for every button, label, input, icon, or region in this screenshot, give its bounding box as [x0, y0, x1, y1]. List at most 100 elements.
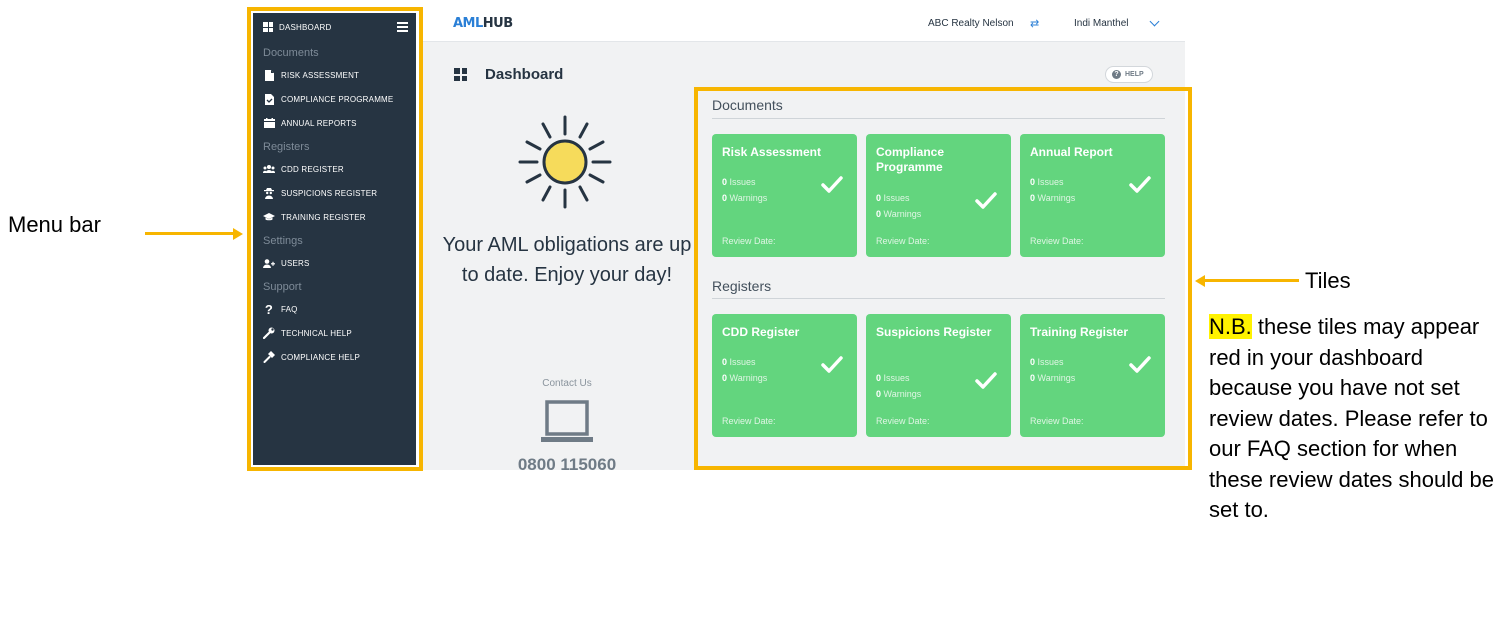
sidebar-section-settings: Settings: [263, 235, 303, 247]
screenshot-stage: DASHBOARD Documents RISK ASSESSMENT COMP…: [0, 0, 1496, 621]
help-button-label: HELP: [1125, 71, 1144, 78]
sidebar-item-faq[interactable]: ? FAQ: [253, 297, 416, 321]
tiles-arrow-line: [1204, 279, 1299, 282]
tile-stats: 0 Issues 0 Warnings: [876, 370, 921, 402]
hamburger-menu-icon[interactable]: [397, 22, 408, 32]
review-date-label: Review Date:: [722, 416, 776, 426]
sidebar-item-label: COMPLIANCE PROGRAMME: [281, 94, 394, 104]
sidebar-section-support: Support: [263, 281, 302, 293]
warnings-count: 0: [722, 373, 728, 383]
sidebar-section-registers: Registers: [263, 141, 310, 153]
checkmark-icon: [975, 372, 997, 389]
file-check-icon: [263, 93, 275, 105]
sidebar-item-label: SUSPICIONS REGISTER: [281, 188, 378, 198]
user-menu-name[interactable]: Indi Manthel: [1074, 18, 1128, 29]
sidebar-item-label: TRAINING REGISTER: [281, 212, 366, 222]
wrench-icon: [263, 327, 275, 339]
sidebar-item-suspicions-register[interactable]: SUSPICIONS REGISTER: [253, 181, 416, 205]
checkmark-icon: [1129, 356, 1151, 373]
sidebar-item-label: TECHNICAL HELP: [281, 328, 352, 338]
logo-part-aml: AML: [453, 16, 483, 31]
tile-stats: 0 Issues 0 Warnings: [1030, 354, 1075, 386]
tile-stats: 0 Issues 0 Warnings: [1030, 174, 1075, 206]
sidebar-item-users[interactable]: USERS: [253, 251, 416, 275]
sidebar-item-technical-help[interactable]: TECHNICAL HELP: [253, 321, 416, 345]
warnings-label: Warnings: [729, 193, 768, 203]
issues-count: 0: [876, 373, 882, 383]
tile-title: Compliance Programme: [876, 145, 945, 174]
registers-section-title: Registers: [712, 278, 772, 294]
question-icon: ?: [264, 301, 274, 317]
page-header: Dashboard: [454, 66, 563, 83]
issues-label: Issues: [1037, 177, 1064, 187]
sidebar-item-risk-assessment[interactable]: RISK ASSESSMENT: [253, 63, 416, 87]
issues-label: Issues: [729, 177, 756, 187]
issues-count: 0: [1030, 177, 1036, 187]
hammer-icon: [263, 351, 275, 363]
nb-highlight: N.B.: [1209, 314, 1252, 339]
sun-icon: [518, 115, 612, 209]
help-button[interactable]: ? HELP: [1105, 66, 1153, 83]
review-date-label: Review Date:: [876, 416, 930, 426]
sidebar-item-annual-reports[interactable]: ANNUAL REPORTS: [253, 111, 416, 135]
sidebar-item-compliance-help[interactable]: COMPLIANCE HELP: [253, 345, 416, 369]
sidebar-item-training-register[interactable]: TRAINING REGISTER: [253, 205, 416, 229]
warnings-count: 0: [1030, 373, 1036, 383]
section-divider: [712, 118, 1165, 119]
contact-phone[interactable]: 0800 115060: [442, 455, 692, 475]
laptop-icon: [541, 400, 593, 442]
sidebar-menu: DASHBOARD Documents RISK ASSESSMENT COMP…: [253, 13, 416, 465]
help-question-icon: ?: [1112, 70, 1121, 79]
sidebar-section-documents: Documents: [263, 47, 319, 59]
review-date-label: Review Date:: [722, 236, 776, 246]
tile-annual-report[interactable]: Annual Report 0 Issues 0 Warnings Review…: [1020, 134, 1165, 257]
checkmark-icon: [821, 356, 843, 373]
sidebar-item-compliance-programme[interactable]: COMPLIANCE PROGRAMME: [253, 87, 416, 111]
sidebar-item-label: USERS: [281, 258, 310, 268]
tile-title: Suspicions Register: [876, 325, 992, 339]
tile-stats: 0 Issues 0 Warnings: [876, 190, 921, 222]
review-date-label: Review Date:: [1030, 236, 1084, 246]
tile-suspicions-register[interactable]: Suspicions Register 0 Issues 0 Warnings …: [866, 314, 1011, 437]
tile-title: CDD Register: [722, 325, 800, 339]
nb-annotation: N.B. these tiles may appear red in your …: [1209, 312, 1494, 526]
spy-icon: [263, 187, 275, 199]
tile-stats: 0 Issues 0 Warnings: [722, 354, 767, 386]
warnings-label: Warnings: [1037, 193, 1076, 203]
chevron-down-icon[interactable]: [1149, 16, 1160, 27]
nb-body: these tiles may appear red in your dashb…: [1209, 314, 1494, 522]
sidebar-dashboard-item[interactable]: DASHBOARD: [253, 13, 416, 41]
dashboard-grid-icon: [263, 22, 273, 32]
tile-risk-assessment[interactable]: Risk Assessment 0 Issues 0 Warnings Revi…: [712, 134, 857, 257]
calendar-icon: [263, 117, 275, 129]
tile-title: Annual Report: [1030, 145, 1113, 159]
warnings-label: Warnings: [883, 209, 922, 219]
status-message: Your AML obligations are up to date. Enj…: [442, 234, 692, 286]
sidebar-item-label: RISK ASSESSMENT: [281, 70, 360, 80]
graduation-cap-icon: [263, 211, 275, 223]
tile-cdd-register[interactable]: CDD Register 0 Issues 0 Warnings Review …: [712, 314, 857, 437]
issues-count: 0: [722, 177, 728, 187]
checkmark-icon: [821, 176, 843, 193]
issues-label: Issues: [883, 193, 910, 203]
dashboard-main: AMLHUB ABC Realty Nelson ⇄ Indi Manthel …: [420, 8, 1185, 474]
logo-part-hub: HUB: [482, 16, 513, 31]
top-bar: AMLHUB ABC Realty Nelson ⇄ Indi Manthel: [420, 8, 1185, 42]
organisation-name: ABC Realty Nelson: [928, 18, 1014, 29]
page-title: Dashboard: [485, 66, 564, 83]
user-plus-icon: [263, 257, 275, 269]
tile-training-register[interactable]: Training Register 0 Issues 0 Warnings Re…: [1020, 314, 1165, 437]
switch-organisation-icon[interactable]: ⇄: [1030, 17, 1039, 30]
contact-label: Contact Us: [542, 378, 592, 389]
warnings-label: Warnings: [1037, 373, 1076, 383]
checkmark-icon: [1129, 176, 1151, 193]
sidebar-item-label: CDD REGISTER: [281, 164, 344, 174]
amlhub-logo[interactable]: AMLHUB: [453, 16, 513, 31]
sidebar-item-cdd-register[interactable]: CDD REGISTER: [253, 157, 416, 181]
issues-count: 0: [722, 357, 728, 367]
tile-compliance-programme[interactable]: Compliance Programme 0 Issues 0 Warnings…: [866, 134, 1011, 257]
sidebar-item-label: FAQ: [281, 304, 298, 314]
dashboard-grid-icon: [454, 68, 467, 81]
checkmark-icon: [975, 192, 997, 209]
review-date-label: Review Date:: [876, 236, 930, 246]
